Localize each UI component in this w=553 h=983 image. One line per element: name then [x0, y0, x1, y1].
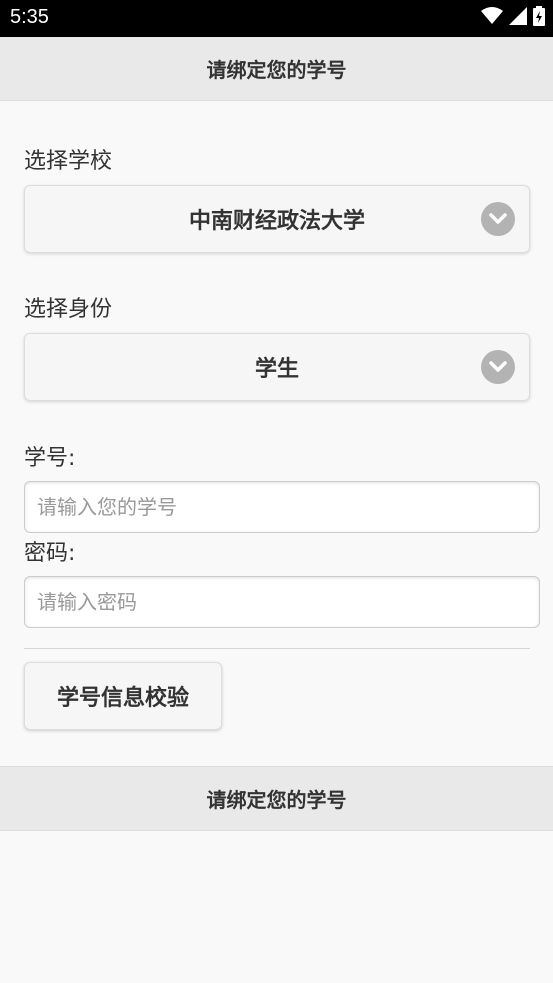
signal-icon [509, 7, 527, 29]
verify-student-id-button[interactable]: 学号信息校验 [24, 662, 222, 730]
status-icons [481, 6, 545, 30]
page-footer: 请绑定您的学号 [0, 766, 553, 831]
chevron-down-icon [481, 350, 515, 384]
student-id-label: 学号: [24, 446, 76, 471]
school-select-value: 中南财经政法大学 [188, 209, 365, 234]
wifi-icon [481, 7, 503, 29]
status-bar: 5:35 [0, 0, 553, 37]
footer-title: 请绑定您的学号 [206, 788, 347, 812]
identity-select[interactable]: 学生 [24, 333, 530, 401]
verify-button-label: 学号信息校验 [56, 686, 189, 711]
password-input[interactable] [24, 576, 540, 628]
school-label: 选择学校 [24, 149, 113, 174]
password-label: 密码: [24, 541, 76, 566]
page-header: 请绑定您的学号 [0, 37, 553, 101]
divider [24, 648, 530, 649]
school-select[interactable]: 中南财经政法大学 [24, 185, 530, 253]
identity-select-value: 学生 [254, 357, 299, 382]
student-id-input[interactable] [24, 481, 540, 533]
identity-label: 选择身份 [24, 297, 113, 322]
chevron-down-icon [481, 202, 515, 236]
status-time: 5:35 [10, 6, 49, 28]
battery-icon [533, 6, 545, 30]
page-title: 请绑定您的学号 [206, 58, 347, 82]
